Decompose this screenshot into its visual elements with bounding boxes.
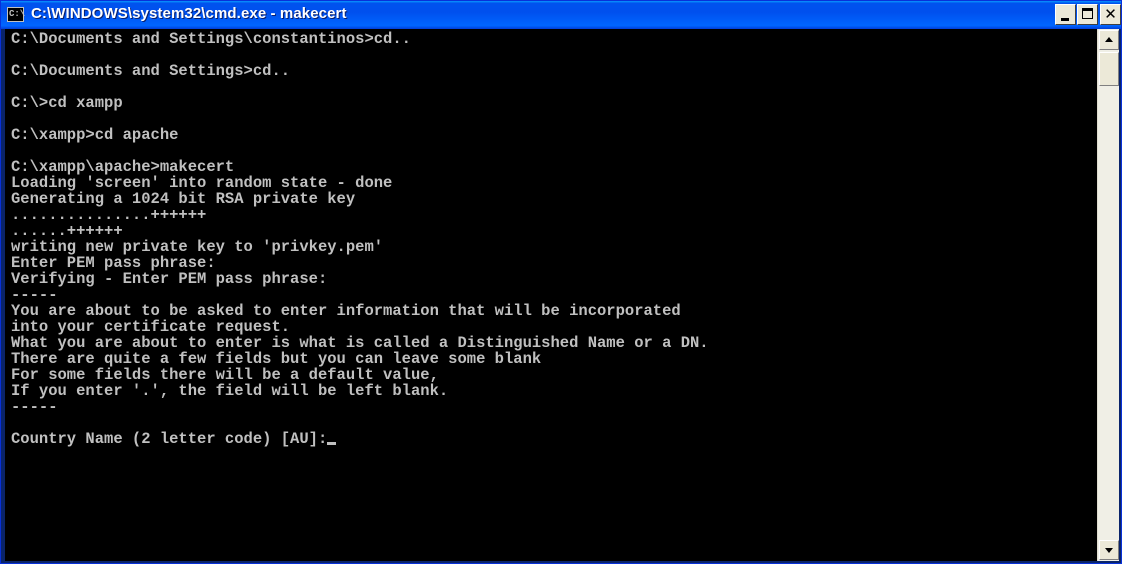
cmd-icon[interactable]: C:\ xyxy=(7,7,25,22)
console-line: You are about to be asked to enter infor… xyxy=(11,302,681,320)
console-line: There are quite a few fields but you can… xyxy=(11,350,542,368)
console-line: ......++++++ xyxy=(11,222,123,240)
arrow-down-icon xyxy=(1105,548,1113,553)
console-line: For some fields there will be a default … xyxy=(11,366,439,384)
arrow-up-icon xyxy=(1105,37,1113,42)
window-title: C:\WINDOWS\system32\cmd.exe - makecert xyxy=(31,5,347,22)
console-line: C:\>cd xampp xyxy=(11,94,123,112)
console-line: ...............++++++ xyxy=(11,206,207,224)
scroll-up-button[interactable] xyxy=(1099,30,1119,50)
console-line: If you enter '.', the field will be left… xyxy=(11,382,449,400)
vertical-scrollbar[interactable] xyxy=(1097,29,1119,561)
console-line: C:\Documents and Settings>cd.. xyxy=(11,62,291,80)
text-cursor xyxy=(327,442,337,445)
console-line: What you are about to enter is what is c… xyxy=(11,334,709,352)
prompt-line[interactable]: Country Name (2 letter code) [AU]: xyxy=(11,430,337,448)
minimize-icon xyxy=(1061,18,1069,21)
console-line: C:\xampp>cd apache xyxy=(11,126,179,144)
title-bar[interactable]: C:\ C:\WINDOWS\system32\cmd.exe - makece… xyxy=(1,1,1121,29)
console-line: ----- xyxy=(11,286,58,304)
console-output[interactable]: C:\Documents and Settings\constantinos>c… xyxy=(5,29,1097,561)
console-line: ----- xyxy=(11,398,58,416)
console-line: Enter PEM pass phrase: xyxy=(11,254,216,272)
console-line: Generating a 1024 bit RSA private key xyxy=(11,190,356,208)
console-line: writing new private key to 'privkey.pem' xyxy=(11,238,384,256)
console-line: into your certificate request. xyxy=(11,318,291,336)
maximize-icon xyxy=(1082,8,1093,19)
minimize-button[interactable] xyxy=(1055,4,1076,25)
cmd-window: C:\ C:\WINDOWS\system32\cmd.exe - makece… xyxy=(0,0,1122,564)
maximize-button[interactable] xyxy=(1077,4,1098,25)
prompt-text: Country Name (2 letter code) [AU]: xyxy=(11,430,328,448)
console-line: C:\Documents and Settings\constantinos>c… xyxy=(11,30,411,48)
console-line: C:\xampp\apache>makecert xyxy=(11,158,235,176)
console-line: Verifying - Enter PEM pass phrase: xyxy=(11,270,328,288)
scroll-down-button[interactable] xyxy=(1099,540,1119,560)
close-icon: ✕ xyxy=(1104,5,1117,23)
scrollbar-thumb[interactable] xyxy=(1099,52,1119,86)
close-button[interactable]: ✕ xyxy=(1100,4,1121,25)
console-line: Loading 'screen' into random state - don… xyxy=(11,174,393,192)
